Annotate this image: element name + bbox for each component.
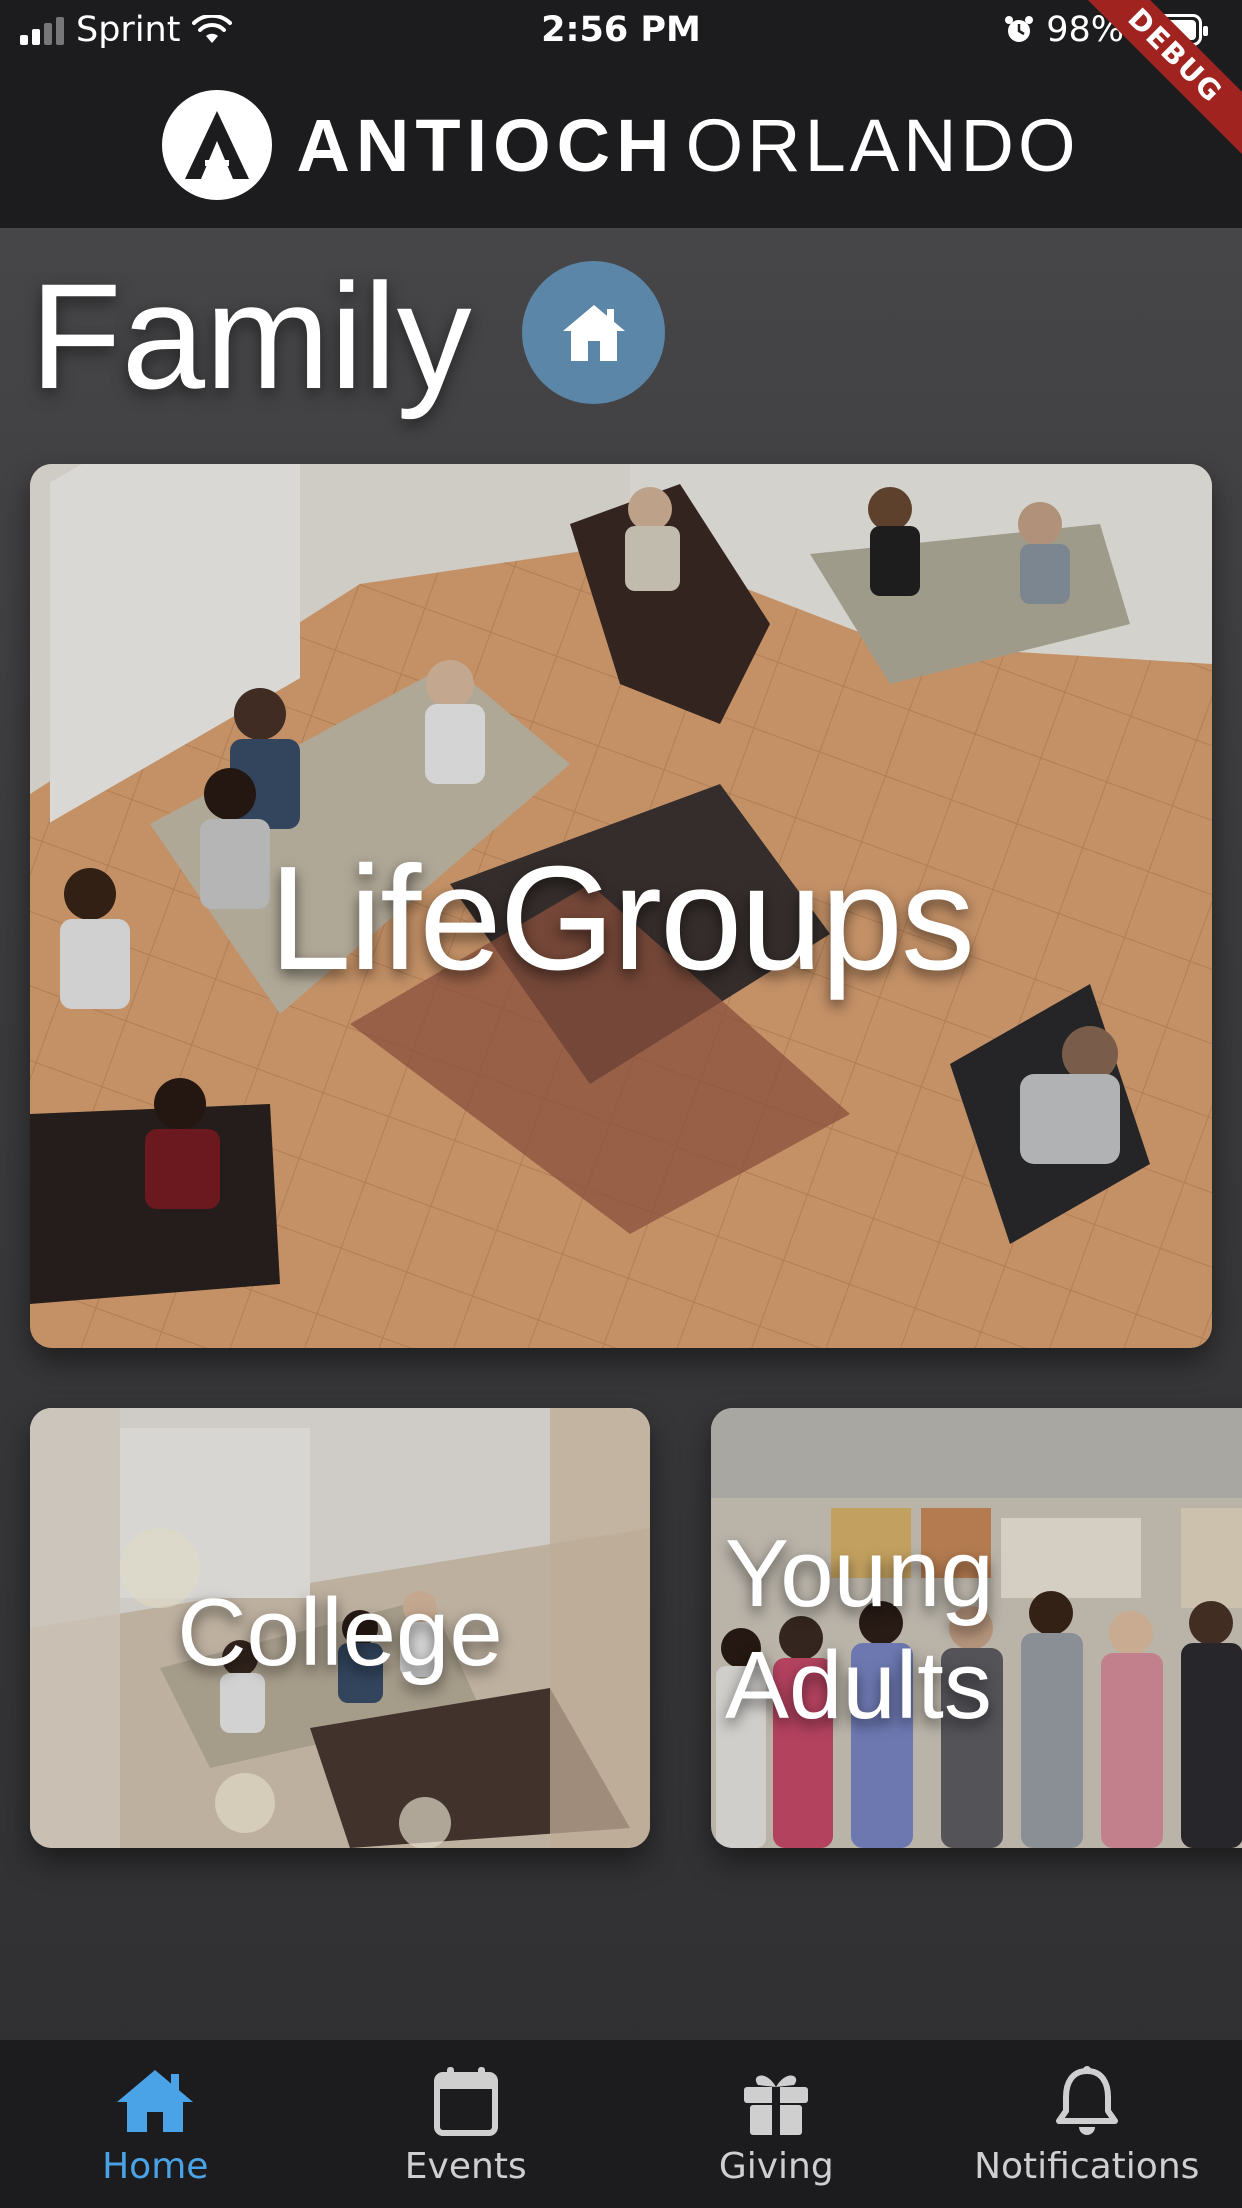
nav-label-notifications: Notifications (974, 2146, 1200, 2187)
brand-name-bold: ANTIOCH (296, 103, 676, 187)
nav-item-home[interactable]: Home (0, 2040, 311, 2208)
young-adults-label: Young Adults (725, 1518, 994, 1742)
college-label: College (177, 1579, 503, 1686)
young-adults-label-line1: Young (725, 1520, 994, 1627)
app-header: ANTIOCH ORLANDO (0, 62, 1242, 228)
bottom-nav: Home Events Giving Notifications (0, 2040, 1242, 2208)
alarm-icon (1005, 16, 1034, 42)
nav-label-home: Home (102, 2146, 209, 2187)
young-adults-card[interactable]: Young Adults (711, 1408, 1242, 1848)
app-screen: Sprint 2:56 PM 98% ANTIOCH ORLANDO DEBUG… (0, 0, 1242, 2208)
bell-icon (1054, 2062, 1120, 2140)
antioch-logo-icon (162, 90, 273, 200)
nav-label-events: Events (404, 2146, 527, 2187)
home-icon (113, 2062, 197, 2140)
college-card[interactable]: College (30, 1408, 650, 1848)
nav-label-giving: Giving (718, 2146, 834, 2187)
home-badge-icon (522, 261, 665, 404)
status-bar: Sprint 2:56 PM 98% (0, 0, 1242, 62)
young-adults-label-line2: Adults (725, 1632, 992, 1739)
nav-item-giving[interactable]: Giving (621, 2040, 932, 2208)
lifegroups-card[interactable]: LifeGroups (30, 464, 1212, 1348)
gift-icon (740, 2062, 812, 2140)
lifegroups-label: LifeGroups (269, 836, 975, 1001)
page-title: Family (30, 252, 472, 420)
nav-item-events[interactable]: Events (311, 2040, 622, 2208)
calendar-icon (433, 2062, 499, 2140)
nav-item-notifications[interactable]: Notifications (932, 2040, 1242, 2208)
brand-name-light: ORLANDO (685, 103, 1080, 187)
